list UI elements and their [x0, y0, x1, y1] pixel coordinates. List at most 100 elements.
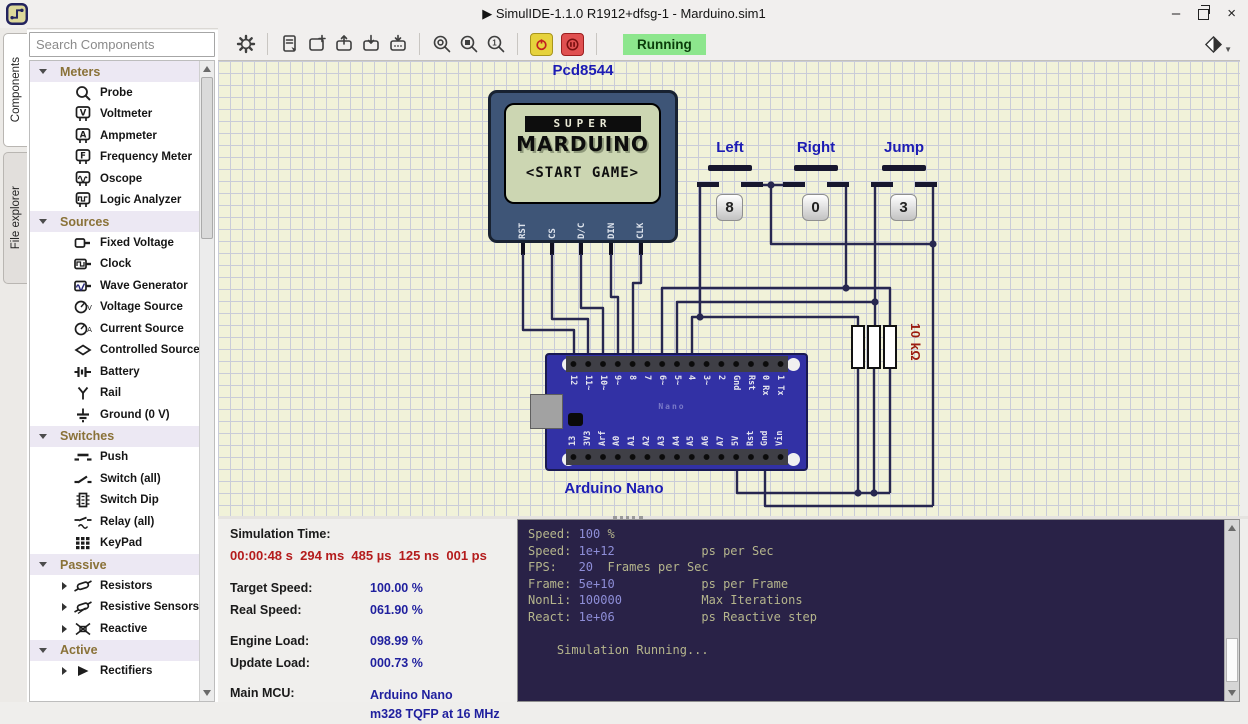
simulation-status-badge: Running: [623, 34, 706, 55]
toolbar-separator: [596, 33, 597, 55]
sidebar-row[interactable]: Sources: [30, 211, 200, 232]
settings-gear-icon[interactable]: [232, 31, 259, 57]
save-circuit-icon[interactable]: [357, 31, 384, 57]
resistor[interactable]: [851, 325, 865, 369]
button-label: Jump: [858, 139, 950, 156]
sidebar-row[interactable]: Passive: [30, 554, 200, 575]
zoom-fit-icon[interactable]: [428, 31, 455, 57]
resistor-pack[interactable]: [848, 321, 908, 377]
voltage-source-icon: V: [72, 299, 94, 315]
fixed-voltage-icon: [72, 235, 94, 251]
resistor[interactable]: [867, 325, 881, 369]
scroll-down-icon[interactable]: [1228, 690, 1236, 696]
sidebar-row[interactable]: V Voltmeter: [30, 104, 200, 126]
save-circuit-as-icon[interactable]: [384, 31, 411, 57]
sidebar-row[interactable]: Wave Generator: [30, 275, 200, 297]
lcd-pin-label: DIN: [607, 223, 617, 239]
switch-dip-icon: [72, 492, 94, 508]
tab-components[interactable]: Components: [3, 33, 27, 147]
sidebar-row[interactable]: Active: [30, 640, 200, 661]
sidebar-row[interactable]: Push: [30, 447, 200, 469]
sidebar-row[interactable]: Resistors: [30, 575, 200, 597]
restore-button[interactable]: [1198, 9, 1209, 20]
title-bar: ▶ SimulIDE-1.1.0 R1912+dfsg-1 - Marduino…: [0, 0, 1248, 29]
circuit-canvas[interactable]: Pcd8544 SUPER MARDUINO <START GAME> RST …: [218, 60, 1240, 516]
push-actuator[interactable]: [794, 165, 838, 171]
search-input[interactable]: [29, 32, 215, 57]
ampmeter-icon: A: [72, 128, 94, 144]
mounting-hole: [787, 453, 800, 466]
open-recent-circuit-icon[interactable]: [276, 31, 303, 57]
tab-file-explorer[interactable]: File explorer: [3, 152, 27, 284]
pcd8544-lcd[interactable]: SUPER MARDUINO <START GAME>: [488, 90, 678, 243]
current-source-icon: A: [72, 321, 94, 337]
sidebar-row[interactable]: KeyPad: [30, 533, 200, 555]
sidebar-row[interactable]: Oscope: [30, 168, 200, 190]
zoom-selected-icon[interactable]: [455, 31, 482, 57]
sidebar-row[interactable]: V Voltage Source: [30, 297, 200, 319]
sidebar-row[interactable]: A Ampmeter: [30, 125, 200, 147]
push-button-right[interactable]: Right 0: [770, 139, 862, 239]
sidebar-row[interactable]: Controlled Source: [30, 340, 200, 362]
open-circuit-icon[interactable]: [330, 31, 357, 57]
collapse-arrow-icon: [39, 219, 47, 224]
sidebar-row[interactable]: Logic Analyzer: [30, 190, 200, 212]
sidebar-row[interactable]: Switches: [30, 426, 200, 447]
sidebar-row[interactable]: Meters: [30, 61, 200, 82]
sidebar-row[interactable]: A Current Source: [30, 318, 200, 340]
minimize-button[interactable]: –: [1172, 7, 1180, 21]
sidebar-row[interactable]: Battery: [30, 361, 200, 383]
nano-reset-button[interactable]: [568, 413, 583, 426]
main-toolbar: 1 Running ▼: [218, 28, 1248, 60]
sidebar-row[interactable]: Resistive Sensors: [30, 597, 200, 619]
logic-analyzer-icon: [72, 192, 94, 208]
sidebar-row[interactable]: Switch Dip: [30, 490, 200, 512]
console-scrollbar[interactable]: [1224, 520, 1239, 701]
toolbar-separator: [419, 33, 420, 55]
push-button-jump[interactable]: Jump 3: [858, 139, 950, 239]
power-circuit-button[interactable]: [530, 33, 553, 56]
sidebar-row[interactable]: F Frequency Meter: [30, 147, 200, 169]
sidebar-row[interactable]: Switch (all): [30, 468, 200, 490]
arduino-nano[interactable]: Nano 12 11~ 10~ 9~ 8 7 6~ 5~ 4 3~: [530, 353, 810, 471]
contrast-theme-icon[interactable]: ▼: [1204, 35, 1232, 54]
sidebar-row[interactable]: Ground (0 V): [30, 404, 200, 426]
keybinding-badge[interactable]: 0: [802, 194, 829, 221]
sidebar-row[interactable]: Reactive: [30, 618, 200, 640]
sidebar-row[interactable]: Fixed Voltage: [30, 232, 200, 254]
sidebar-scrollbar[interactable]: [199, 61, 214, 701]
keybinding-badge[interactable]: 8: [716, 194, 743, 221]
pause-simulation-button[interactable]: [561, 33, 584, 56]
sidebar-row[interactable]: Relay (all): [30, 511, 200, 533]
console-line: Speed: 1e+12 ps per Sec: [528, 543, 1217, 560]
scroll-up-icon[interactable]: [203, 66, 211, 72]
nano-pin-strip-bottom: [566, 449, 788, 465]
scrollbar-thum b[interactable]: [1226, 638, 1238, 682]
scroll-up-icon[interactable]: [1228, 525, 1236, 531]
close-button[interactable]: ×: [1227, 7, 1236, 21]
zoom-one-icon[interactable]: 1: [482, 31, 509, 57]
sidebar-row[interactable]: Rail: [30, 383, 200, 405]
toolbar-separator: [517, 33, 518, 55]
sim-time-label: Simulation Time:: [230, 527, 514, 541]
sidebar-row[interactable]: Probe: [30, 82, 200, 104]
lcd-title-label: Pcd8544: [523, 62, 643, 79]
sidebar-row[interactable]: Rectifiers: [30, 661, 200, 683]
new-circuit-icon[interactable]: [303, 31, 330, 57]
stat-row: Update Load:000.73 %: [230, 654, 514, 672]
push-actuator[interactable]: [882, 165, 926, 171]
sidebar-row[interactable]: Clock: [30, 254, 200, 276]
relay-icon: [72, 514, 94, 530]
scrollbar-thumb[interactable]: [201, 77, 213, 239]
nano-pin-label: 8: [627, 375, 637, 380]
nano-pin-label: 10~: [598, 375, 608, 390]
lcd-pin-label: D/C: [577, 223, 587, 239]
push-actuator[interactable]: [708, 165, 752, 171]
keybinding-badge[interactable]: 3: [890, 194, 917, 221]
resistor[interactable]: [883, 325, 897, 369]
scroll-down-icon[interactable]: [203, 690, 211, 696]
expand-arrow-icon: [62, 667, 67, 675]
push-button-left[interactable]: Left 8: [684, 139, 776, 239]
usb-connector: [530, 394, 563, 429]
nano-pin-label: 12: [568, 375, 578, 385]
